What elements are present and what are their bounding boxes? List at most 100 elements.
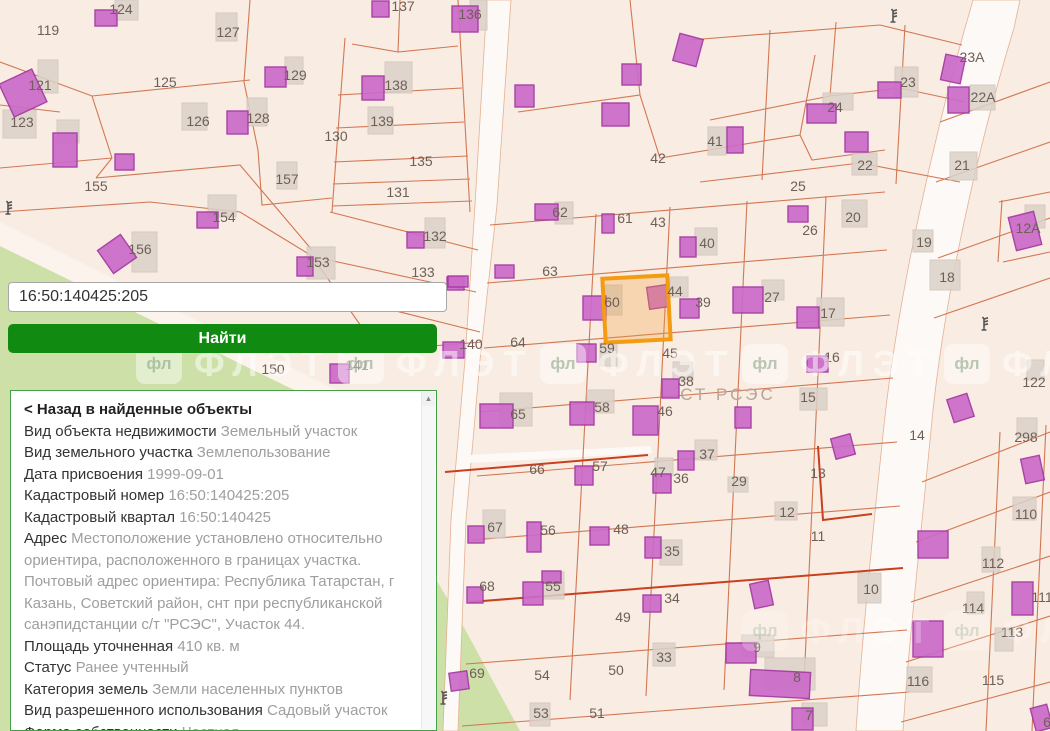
building (523, 582, 543, 605)
parcel-number: 68 (479, 578, 495, 594)
parcel-number: 11 (811, 528, 826, 544)
building (570, 402, 594, 425)
parcel-number: 126 (186, 113, 210, 129)
parcel-number: 157 (275, 171, 299, 187)
parcel-number: 128 (246, 110, 270, 126)
parcel-number: 113 (1001, 624, 1024, 640)
parcel-number: 8 (793, 669, 801, 685)
parcel-number: 127 (216, 24, 240, 40)
parcel-number: 7 (805, 707, 813, 723)
building (515, 85, 534, 107)
parcel-number: 137 (391, 0, 415, 14)
building (948, 87, 969, 113)
info-row: Кадастровый номер 16:50:140425:205 (24, 485, 416, 507)
scroll-up-icon[interactable]: ▲ (422, 392, 435, 406)
building (407, 232, 424, 248)
parcel-number: 19 (916, 234, 932, 250)
parcel-number: 136 (458, 6, 482, 22)
building (678, 451, 694, 470)
building (749, 669, 810, 698)
building (468, 526, 484, 543)
parcel-number: 33 (656, 649, 672, 665)
building (577, 344, 596, 362)
building (115, 154, 134, 170)
back-link[interactable]: < Назад в найденные объекты (24, 399, 416, 421)
parcel-number: 20 (845, 209, 861, 225)
parcel-number: 58 (594, 399, 610, 415)
building (362, 76, 384, 100)
parcel-number: 13 (810, 465, 826, 481)
parcel-number: 131 (386, 184, 410, 200)
parcel-number: 10 (863, 581, 879, 597)
parcel-number: 51 (589, 705, 605, 721)
parcel-number: 62 (552, 204, 568, 220)
parcel-number: 43 (650, 214, 666, 230)
parcel-number: 36 (673, 470, 689, 486)
parcel-number: 37 (699, 446, 715, 462)
parcel-number: 115 (982, 672, 1005, 688)
parcel-number: 65 (510, 406, 526, 422)
building (680, 237, 696, 257)
building (633, 406, 658, 435)
building (727, 127, 743, 153)
parcel-number: 132 (423, 228, 447, 244)
parcel-number: 110 (1015, 506, 1038, 522)
building (495, 265, 514, 278)
parcel-number: 40 (699, 235, 715, 251)
parcel-number: 6 (1043, 714, 1050, 730)
parcel-number: 298 (1014, 429, 1038, 445)
parcel-number: 12 (779, 504, 795, 520)
building (878, 82, 901, 98)
parcel-number: 67 (487, 519, 503, 535)
parcel-number: 21 (954, 157, 970, 173)
building (590, 527, 609, 545)
parcel-number: 46 (657, 403, 673, 419)
parcel-number: 16 (824, 349, 840, 365)
info-row: Почтовый адрес ориентира: Республика Тат… (24, 571, 416, 636)
parcel-number: 63 (542, 263, 558, 279)
parcel-number: 133 (411, 264, 435, 280)
building (918, 531, 948, 558)
panel-scrollbar[interactable]: ▲ (421, 392, 435, 729)
parcel-number: 129 (283, 67, 307, 83)
info-row: Вид земельного участка Землепользование (24, 442, 416, 464)
building (449, 671, 469, 691)
info-row: Кадастровый квартал 16:50:140425 (24, 507, 416, 529)
parcel-number: 53 (533, 705, 549, 721)
building (622, 64, 641, 85)
parcel-number: 59 (599, 340, 615, 356)
parcel-number: 23А (960, 49, 986, 65)
parcel-number: 15 (800, 389, 816, 405)
info-row: Категория земель Земли населенных пункто… (24, 679, 416, 701)
parcel-number: 45 (662, 345, 678, 361)
parcel-number: 119 (37, 22, 60, 38)
parcel-number: 112 (982, 555, 1005, 571)
building (575, 466, 593, 485)
info-row: Адрес Местоположение установлено относит… (24, 528, 416, 571)
parcel-number: 56 (540, 522, 556, 538)
building (1012, 582, 1033, 615)
parcel-number: 44 (667, 283, 683, 299)
parcel-number: 26 (802, 222, 818, 238)
info-row: Вид объекта недвижимости Земельный участ… (24, 421, 416, 443)
parcel-number: 138 (384, 77, 408, 93)
parcel-number: 114 (962, 600, 985, 616)
parcel-number: 34 (664, 590, 680, 606)
parcel-number: 125 (153, 74, 177, 90)
building (831, 434, 856, 459)
building (643, 595, 661, 612)
parcel-number: 39 (695, 294, 711, 310)
parcel-number: 12А (1016, 220, 1042, 236)
building (662, 379, 679, 398)
building (53, 133, 77, 167)
parcel-number: 124 (109, 1, 133, 17)
find-button[interactable]: Найти (8, 324, 437, 353)
building (602, 103, 629, 126)
parcel-number: 29 (731, 473, 747, 489)
search-input[interactable] (8, 282, 447, 312)
cadastral-map[interactable]: 1191241361371271291251211231261281301381… (0, 0, 1050, 731)
parcel-number: 22 (857, 157, 873, 173)
parcel-number: 42 (650, 150, 666, 166)
parcel-number: 130 (324, 128, 348, 144)
parcel-number: 9 (753, 639, 761, 655)
